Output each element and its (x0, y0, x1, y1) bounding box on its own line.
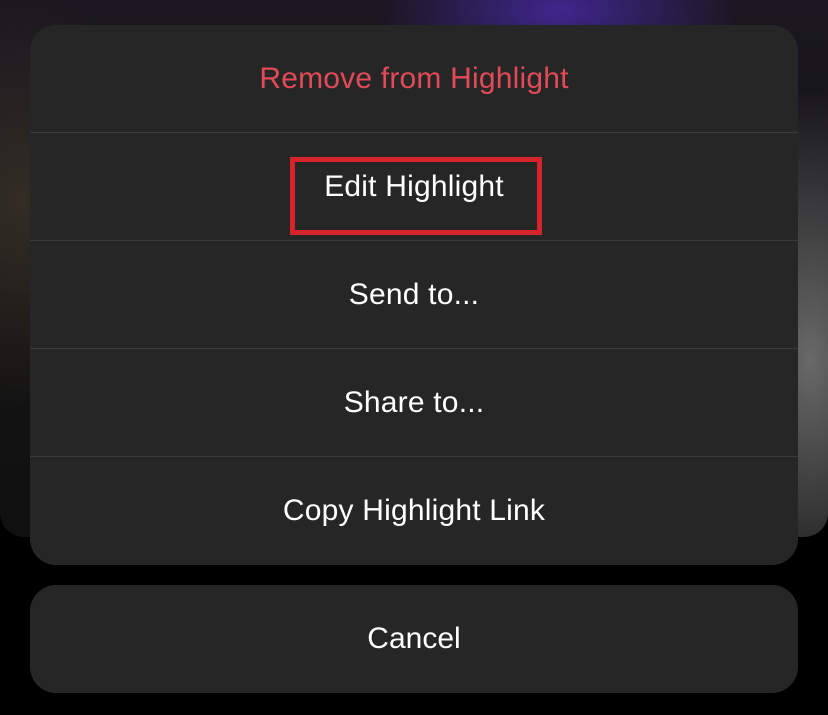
send-to-button[interactable]: Send to... (30, 241, 798, 349)
remove-from-highlight-button[interactable]: Remove from Highlight (30, 25, 798, 133)
action-sheet: Remove from Highlight Edit Highlight Sen… (30, 25, 798, 565)
cancel-label: Cancel (367, 622, 461, 655)
send-to-label: Send to... (348, 277, 480, 311)
share-to-button[interactable]: Share to... (30, 349, 798, 457)
remove-from-highlight-label: Remove from Highlight (259, 61, 569, 95)
screen: Remove from Highlight Edit Highlight Sen… (0, 0, 828, 715)
edit-highlight-label: Edit Highlight (324, 169, 504, 203)
cancel-button[interactable]: Cancel (30, 585, 798, 693)
copy-highlight-link-button[interactable]: Copy Highlight Link (30, 457, 798, 565)
edit-highlight-button[interactable]: Edit Highlight (30, 133, 798, 241)
copy-highlight-link-label: Copy Highlight Link (282, 494, 546, 527)
share-to-label: Share to... (343, 385, 485, 419)
